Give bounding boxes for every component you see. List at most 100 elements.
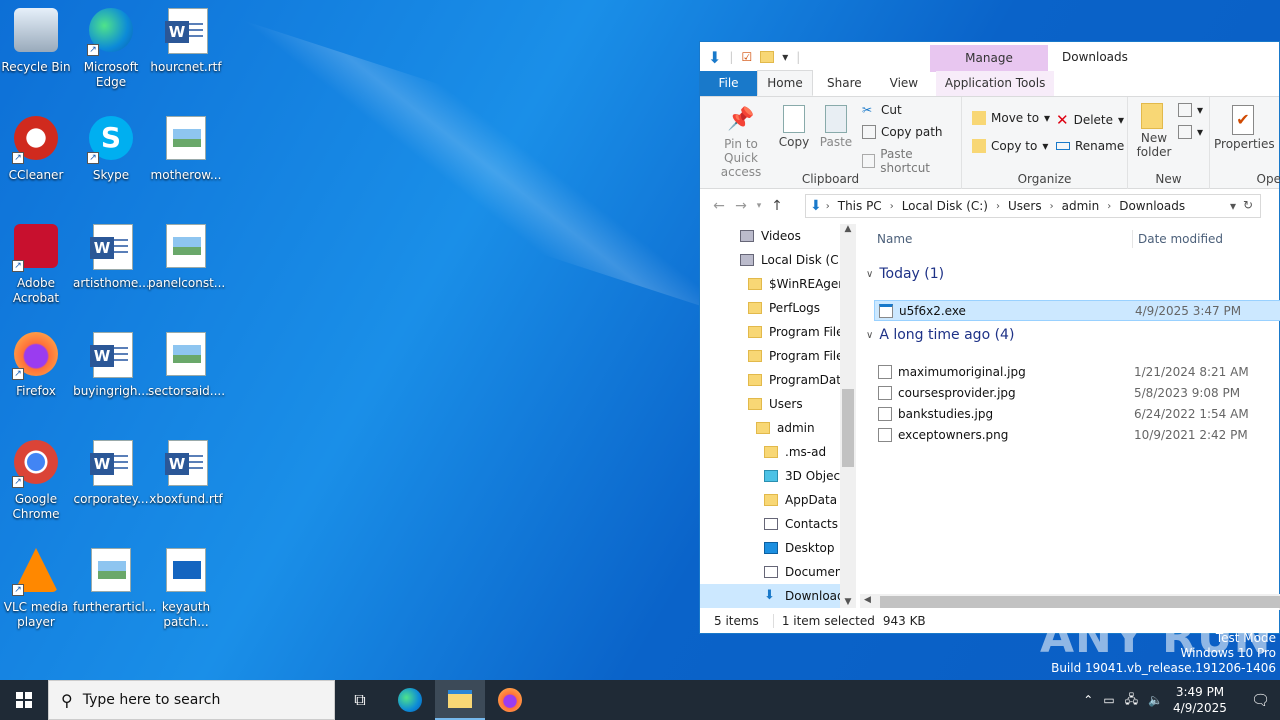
nav-item[interactable]: Documents xyxy=(700,560,856,584)
nav-item[interactable]: $WinREAgent xyxy=(700,272,856,296)
desktop-icon[interactable]: keyauth patch... xyxy=(148,548,224,630)
column-date-modified[interactable]: Date modified xyxy=(1138,232,1223,246)
taskbar-search-box[interactable]: ⚲ Type here to search xyxy=(48,680,335,720)
address-bar[interactable]: ⬇ › This PC › Local Disk (C:) › Users › adm… xyxy=(805,194,1261,218)
copy-button[interactable]: Copy xyxy=(776,105,812,149)
tab-application-tools[interactable]: Application Tools xyxy=(936,71,1055,96)
recent-dropdown-icon[interactable]: ▾ xyxy=(752,201,766,211)
refresh-icon[interactable]: ↻ xyxy=(1243,198,1253,212)
nav-item[interactable]: Contacts xyxy=(700,512,856,536)
nav-item[interactable]: Videos xyxy=(700,224,856,248)
back-arrow-icon[interactable]: ← xyxy=(708,198,730,214)
desktop-icon[interactable]: Wartisthome... xyxy=(73,224,150,291)
file-row[interactable]: coursesprovider.jpg 5/8/2023 9:08 PM xyxy=(874,382,1280,403)
crumb-downloads[interactable]: Downloads xyxy=(1115,199,1189,213)
nav-item[interactable]: .ms-ad xyxy=(700,440,856,464)
group-header-label: A long time ago (4) xyxy=(879,327,1015,343)
new-folder-qat-icon[interactable] xyxy=(760,51,775,63)
group-header[interactable]: ∨ A long time ago (4) xyxy=(866,327,1014,343)
notifications-icon[interactable]: 🗨 xyxy=(1251,691,1270,709)
battery-icon[interactable]: ▭ xyxy=(1103,693,1114,707)
file-row[interactable]: exceptowners.png 10/9/2021 2:42 PM xyxy=(874,424,1280,445)
desktop-icon[interactable]: Wcorporatey... xyxy=(73,440,149,507)
nav-item[interactable]: ProgramData xyxy=(700,368,856,392)
desktop-icon[interactable]: motherow... xyxy=(148,116,224,183)
nav-item[interactable]: AppData xyxy=(700,488,856,512)
download-arrow-icon[interactable]: ⬇ xyxy=(708,48,721,67)
easy-access-button[interactable]: ▾ xyxy=(1178,125,1203,139)
properties-button[interactable]: ✔ Properties xyxy=(1214,105,1275,151)
show-hidden-icons-icon[interactable]: ⌃ xyxy=(1083,693,1093,707)
file-explorer-window[interactable]: ⬇ | ☑ ▾ | Manage Downloads File Home Sha… xyxy=(699,41,1280,634)
group-header[interactable]: ∨ Today (1) xyxy=(866,266,944,282)
collapse-chevron-icon[interactable]: ∨ xyxy=(866,330,873,341)
tab-view[interactable]: View xyxy=(876,71,932,96)
cut-button[interactable]: ✂ Cut xyxy=(862,103,902,117)
network-icon[interactable]: 🖧 xyxy=(1125,690,1138,711)
nav-item[interactable]: Program Files xyxy=(700,344,856,368)
desktop-icon[interactable]: ↗ Adobe Acrobat xyxy=(0,224,74,306)
desktop-icon[interactable]: Whourcnet.rtf xyxy=(148,8,224,75)
nav-item[interactable]: admin xyxy=(700,416,856,440)
crumb-admin[interactable]: admin xyxy=(1058,199,1104,213)
crumb-users[interactable]: Users xyxy=(1004,199,1046,213)
desktop-icon[interactable]: Wbuyingrigh... xyxy=(73,332,149,399)
file-list[interactable]: Name Date modified ∨ Today (1) u5f6x2.exe 4… xyxy=(860,224,1280,609)
taskbar-file-explorer[interactable] xyxy=(435,680,485,720)
tab-home[interactable]: Home xyxy=(757,70,813,96)
nav-item[interactable]: PerfLogs xyxy=(700,296,856,320)
desktop-icon[interactable]: furtherarticl... xyxy=(73,548,156,615)
properties-qat-icon[interactable]: ☑ xyxy=(741,50,752,64)
start-button[interactable] xyxy=(0,680,48,720)
nav-item[interactable]: Program Files xyxy=(700,320,856,344)
crumb-this-pc[interactable]: This PC xyxy=(834,199,886,213)
copy-to-button[interactable]: Copy to ▾ xyxy=(972,139,1048,153)
navigation-pane[interactable]: Videos Local Disk (C:) $WinREAgent PerfLogs… xyxy=(700,224,856,609)
new-item-button[interactable]: ▾ xyxy=(1178,103,1203,117)
paste-shortcut-button[interactable]: Paste shortcut xyxy=(862,147,961,175)
qat-dropdown-icon[interactable]: ▾ xyxy=(782,50,788,64)
taskbar-firefox[interactable] xyxy=(485,680,535,720)
new-folder-button[interactable]: New folder xyxy=(1134,103,1171,159)
copy-path-button[interactable]: Copy path xyxy=(862,125,943,139)
volume-icon[interactable]: 🔈 xyxy=(1148,693,1163,707)
up-arrow-icon[interactable]: ↑ xyxy=(766,198,788,214)
desktop-icon[interactable]: ↗ Google Chrome xyxy=(0,440,74,522)
forward-arrow-icon[interactable]: → xyxy=(730,198,752,214)
nav-item[interactable]: Desktop xyxy=(700,536,856,560)
pin-quick-access-button[interactable]: 📌 Pin to Quick access xyxy=(706,105,776,179)
desktop-icon[interactable]: ↗ Firefox xyxy=(0,332,74,399)
move-to-button[interactable]: Move to ▾ xyxy=(972,111,1050,125)
tab-share[interactable]: Share xyxy=(813,71,876,96)
paste-button[interactable]: Paste xyxy=(818,105,854,149)
tab-file[interactable]: File xyxy=(700,71,757,96)
desktop-icon[interactable]: Wxboxfund.rtf xyxy=(148,440,224,507)
address-dropdown-icon[interactable]: ▾ xyxy=(1230,199,1236,213)
h-scroll-thumb[interactable] xyxy=(880,596,1280,608)
nav-item[interactable]: 3D Objects xyxy=(700,464,856,488)
collapse-chevron-icon[interactable]: ∨ xyxy=(866,269,873,280)
desktop-icon[interactable]: panelconst... xyxy=(148,224,225,291)
clock[interactable]: 3:49 PM 4/9/2025 xyxy=(1173,684,1227,716)
nav-scroll-thumb[interactable] xyxy=(842,389,854,467)
image-file-icon xyxy=(87,548,135,596)
taskbar-edge[interactable] xyxy=(385,680,435,720)
nav-item[interactable]: ⬇ Downloads xyxy=(700,584,856,608)
rename-button[interactable]: Rename xyxy=(1056,139,1124,153)
file-row[interactable]: u5f6x2.exe 4/9/2025 3:47 PM xyxy=(874,300,1280,321)
nav-item[interactable]: Users xyxy=(700,392,856,416)
nav-scrollbar[interactable]: ▲ ▼ xyxy=(840,224,856,609)
desktop-icon[interactable]: Recycle Bin xyxy=(0,8,74,75)
file-row[interactable]: maximumoriginal.jpg 1/21/2024 8:21 AM xyxy=(874,361,1280,382)
task-view-button[interactable]: ⧉ xyxy=(335,680,385,720)
file-row[interactable]: bankstudies.jpg 6/24/2022 1:54 AM xyxy=(874,403,1280,424)
desktop-icon[interactable]: S ↗ Skype xyxy=(73,116,149,183)
delete-button[interactable]: ✕ Delete ▾ xyxy=(1056,111,1124,129)
desktop-icon[interactable]: ↗ CCleaner xyxy=(0,116,74,183)
column-name[interactable]: Name xyxy=(877,232,912,246)
desktop-icon[interactable]: sectorsaid.... xyxy=(148,332,225,399)
nav-item[interactable]: Local Disk (C:) xyxy=(700,248,856,272)
desktop-icon[interactable]: ↗ Microsoft Edge xyxy=(73,8,149,90)
crumb-local-disk[interactable]: Local Disk (C:) xyxy=(898,199,992,213)
desktop-icon[interactable]: ↗ VLC media player xyxy=(0,548,74,630)
